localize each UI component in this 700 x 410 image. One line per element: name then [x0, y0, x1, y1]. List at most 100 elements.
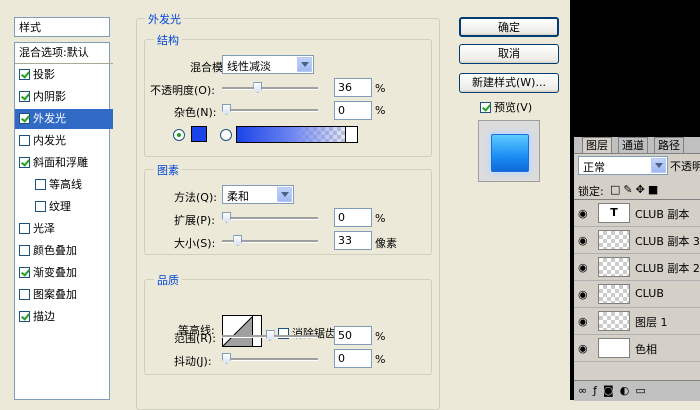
- layer-row[interactable]: ◉ 色相: [574, 335, 700, 362]
- eye-icon[interactable]: ◉: [578, 342, 592, 355]
- glow-color-swatch[interactable]: [191, 126, 207, 142]
- style-item[interactable]: 内发光: [15, 131, 113, 151]
- lock-move-icon[interactable]: ✥: [636, 183, 648, 196]
- gradient-radio[interactable]: [220, 129, 232, 141]
- lock-all-icon[interactable]: ■: [648, 183, 661, 196]
- link-icon[interactable]: ∞: [578, 384, 593, 397]
- opacity-input[interactable]: 36: [334, 78, 372, 97]
- layer-thumbnail: [598, 311, 630, 331]
- opacity-label: 不透明度(O):: [150, 84, 215, 97]
- style-item[interactable]: 投影: [15, 65, 113, 85]
- style-item[interactable]: 光泽: [15, 219, 113, 239]
- style-item-label: 斜面和浮雕: [33, 156, 88, 169]
- size-slider[interactable]: [222, 235, 318, 247]
- folder-icon[interactable]: ▭: [635, 384, 651, 397]
- style-item-checkbox[interactable]: [19, 135, 30, 146]
- new-style-button[interactable]: 新建样式(W)...: [459, 73, 559, 93]
- style-item-checkbox[interactable]: [35, 179, 46, 190]
- method-select[interactable]: 柔和: [222, 185, 294, 204]
- style-item-checkbox[interactable]: [19, 69, 30, 80]
- preview-checkbox-box[interactable]: [480, 102, 491, 113]
- range-unit: %: [375, 330, 386, 343]
- style-item[interactable]: 外发光: [15, 109, 113, 129]
- eye-icon[interactable]: ◉: [578, 261, 592, 274]
- gradient-picker[interactable]: [236, 126, 358, 143]
- adjustment-icon[interactable]: ◐: [620, 384, 636, 397]
- chevron-down-icon[interactable]: [651, 158, 666, 173]
- chevron-down-icon[interactable]: [297, 57, 312, 72]
- tab-paths[interactable]: 路径: [654, 137, 684, 153]
- chevron-down-icon[interactable]: [277, 187, 292, 202]
- style-item[interactable]: 纹理: [15, 197, 129, 217]
- style-item-checkbox[interactable]: [19, 245, 30, 256]
- style-item[interactable]: 图案叠加: [15, 285, 113, 305]
- styles-header[interactable]: 样式: [14, 17, 110, 37]
- layer-row[interactable]: ◉ T CLUB 副本: [574, 200, 700, 227]
- spread-slider-thumb[interactable]: [222, 212, 231, 223]
- blend-mode-value: 线性减淡: [227, 60, 271, 73]
- jitter-label: 抖动(J):: [174, 355, 212, 368]
- spread-slider[interactable]: [222, 212, 318, 224]
- jitter-input[interactable]: 0: [334, 349, 372, 368]
- noise-slider[interactable]: [222, 104, 318, 116]
- style-item-checkbox[interactable]: [19, 91, 30, 102]
- noise-unit: %: [375, 104, 386, 117]
- layer-blend-select[interactable]: 正常: [578, 156, 668, 175]
- gradient-dropdown-icon[interactable]: [345, 127, 357, 142]
- style-item-checkbox[interactable]: [19, 113, 30, 124]
- style-item-checkbox[interactable]: [19, 267, 30, 278]
- spread-input[interactable]: 0: [334, 208, 372, 227]
- size-slider-thumb[interactable]: [233, 235, 243, 246]
- fx-icon[interactable]: ƒ: [593, 384, 603, 397]
- style-item[interactable]: 渐变叠加: [15, 263, 113, 283]
- ok-button[interactable]: 确定: [459, 17, 559, 37]
- cancel-button[interactable]: 取消: [459, 44, 559, 64]
- opacity-slider[interactable]: [222, 82, 318, 94]
- style-item[interactable]: 等高线: [15, 175, 129, 195]
- opacity-slider-thumb[interactable]: [253, 82, 263, 93]
- style-item-label: 图案叠加: [33, 288, 77, 301]
- range-slider[interactable]: [222, 330, 318, 342]
- preview-thumbnail: [478, 120, 540, 182]
- style-item-checkbox[interactable]: [19, 311, 30, 322]
- layers-tabbar: 图层 通道 路径: [574, 137, 700, 154]
- mask-icon[interactable]: ◙: [603, 384, 620, 397]
- style-item-checkbox[interactable]: [35, 201, 46, 212]
- range-slider-thumb[interactable]: [265, 330, 275, 341]
- layer-row[interactable]: ◉ CLUB 副本 2: [574, 254, 700, 281]
- style-item-label: 投影: [33, 68, 55, 81]
- style-item-checkbox[interactable]: [19, 157, 30, 168]
- style-item[interactable]: 内阴影: [15, 87, 113, 107]
- range-input[interactable]: 50: [334, 326, 372, 345]
- style-item-checkbox[interactable]: [19, 289, 30, 300]
- style-item[interactable]: 混合选项:默认: [15, 43, 113, 64]
- style-item[interactable]: 描边: [15, 307, 113, 327]
- eye-icon[interactable]: ◉: [578, 315, 592, 328]
- jitter-slider[interactable]: [222, 353, 318, 365]
- layer-row[interactable]: ◉ CLUB 副本 3: [574, 227, 700, 254]
- layer-name: 图层 1: [635, 316, 668, 329]
- elements-title: 图素: [154, 162, 182, 178]
- layer-row[interactable]: ◉ CLUB: [574, 281, 700, 308]
- tab-layers[interactable]: 图层: [582, 137, 612, 153]
- lock-transparent-icon[interactable]: □: [610, 183, 623, 196]
- layer-name: CLUB 副本 2: [635, 262, 700, 275]
- eye-icon[interactable]: ◉: [578, 234, 592, 247]
- tab-channels[interactable]: 通道: [618, 137, 648, 153]
- eye-icon[interactable]: ◉: [578, 288, 592, 301]
- solid-color-radio[interactable]: [173, 129, 185, 141]
- jitter-slider-thumb[interactable]: [222, 353, 231, 364]
- size-input[interactable]: 33: [334, 231, 372, 250]
- method-value: 柔和: [227, 190, 249, 203]
- preview-checkbox[interactable]: 预览(V): [480, 99, 532, 115]
- style-item[interactable]: 斜面和浮雕: [15, 153, 113, 173]
- style-item[interactable]: 颜色叠加: [15, 241, 113, 261]
- lock-brush-icon[interactable]: ✎: [623, 183, 635, 196]
- noise-input[interactable]: 0: [334, 101, 372, 120]
- style-item-checkbox[interactable]: [19, 223, 30, 234]
- blend-mode-select[interactable]: 线性减淡: [222, 55, 314, 74]
- eye-icon[interactable]: ◉: [578, 207, 592, 220]
- structure-title: 结构: [154, 32, 182, 48]
- layer-row[interactable]: ◉ 图层 1: [574, 308, 700, 335]
- noise-slider-thumb[interactable]: [222, 104, 231, 115]
